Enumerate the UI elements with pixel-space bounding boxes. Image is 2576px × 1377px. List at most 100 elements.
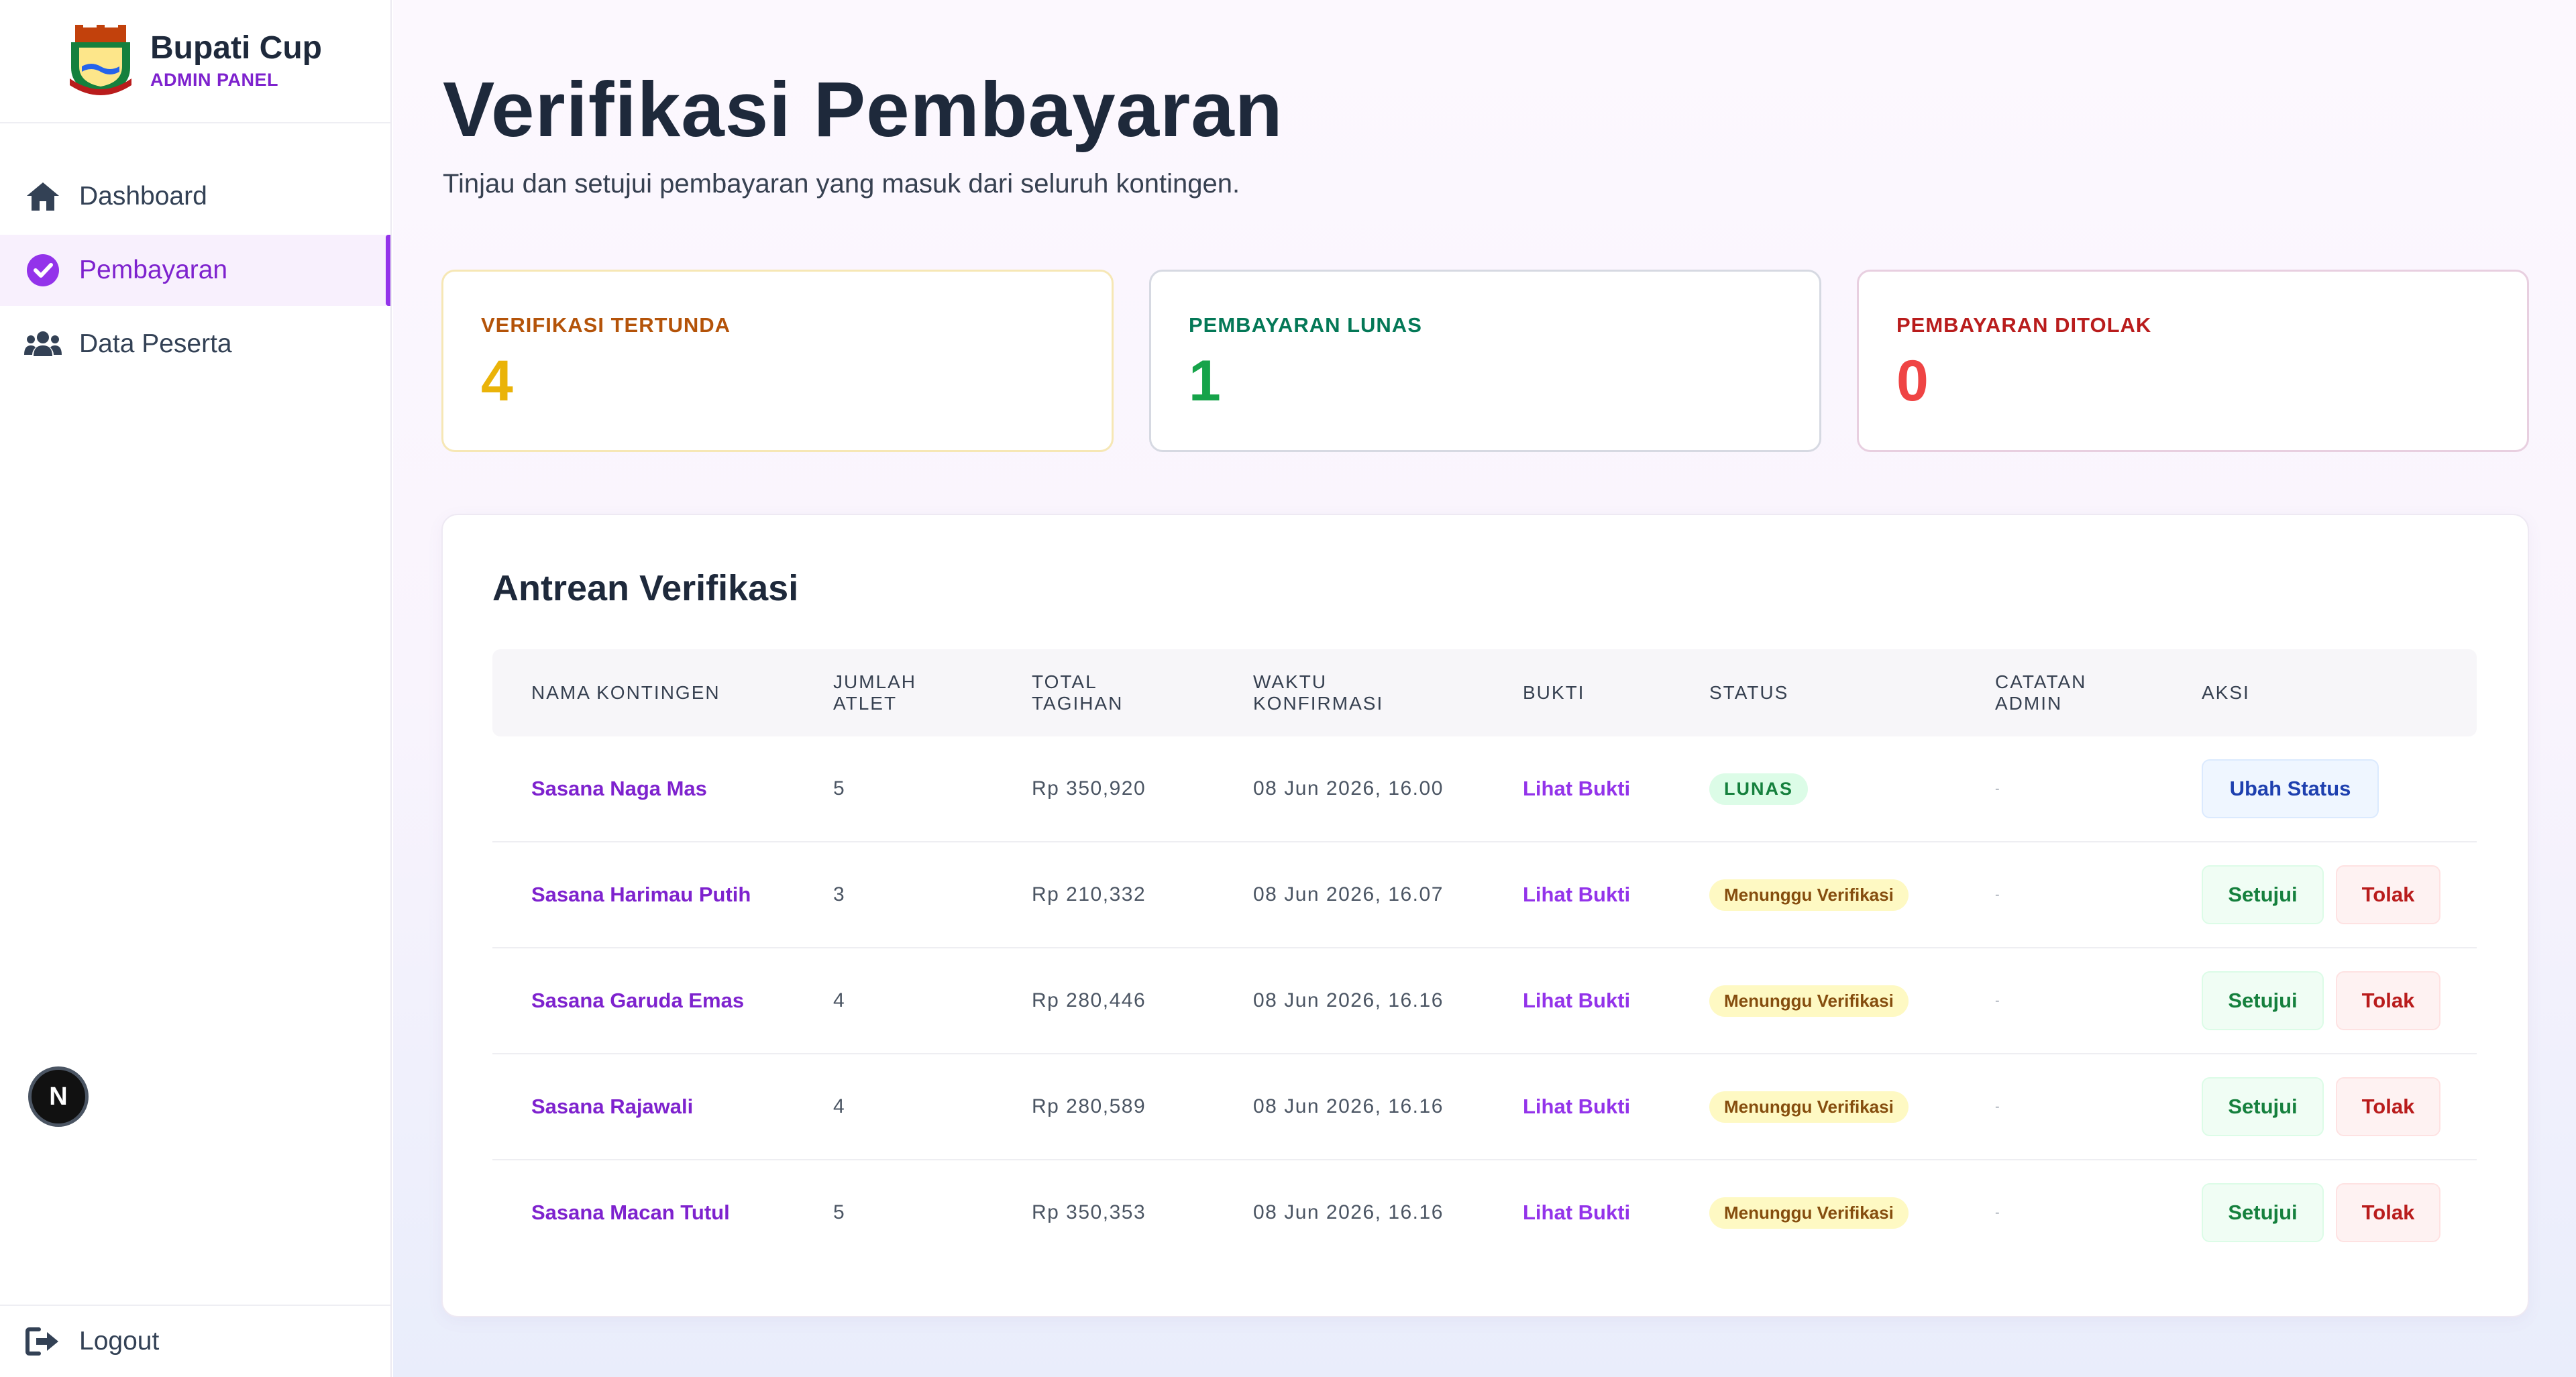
col-header-line: TOTAL — [1032, 671, 1097, 692]
main-content: Verifikasi Pembayaran Tinjau dan setujui… — [393, 0, 2576, 1377]
contingent-name-link[interactable]: Sasana Garuda Emas — [531, 989, 744, 1013]
check-circle-icon — [24, 252, 62, 289]
athlete-count: 5 — [833, 777, 846, 800]
sidebar-item-pembayaran[interactable]: Pembayaran — [0, 235, 390, 306]
reject-button[interactable]: Tolak — [2336, 971, 2440, 1030]
contingent-name-link[interactable]: Sasana Macan Tutul — [531, 1201, 730, 1225]
view-proof-link[interactable]: Lihat Bukti — [1523, 1095, 1630, 1119]
col-header-proof: BUKTI — [1523, 681, 1585, 703]
approve-button[interactable]: Setujui — [2202, 865, 2324, 924]
approve-button[interactable]: Setujui — [2202, 971, 2324, 1030]
col-header-athletes: JUMLAH ATLET — [833, 649, 916, 736]
view-proof-link[interactable]: Lihat Bukti — [1523, 777, 1630, 801]
admin-note: - — [1995, 1099, 2000, 1114]
page-title: Verifikasi Pembayaran — [443, 66, 1283, 153]
status-badge: Menunggu Verifikasi — [1709, 985, 1909, 1017]
approve-button[interactable]: Setujui — [2202, 1077, 2324, 1136]
view-proof-link[interactable]: Lihat Bukti — [1523, 1201, 1630, 1225]
bupati-crest-logo — [70, 25, 131, 95]
contingent-name-link[interactable]: Sasana Harimau Putih — [531, 883, 751, 907]
reject-button[interactable]: Tolak — [2336, 865, 2440, 924]
logout-icon — [24, 1323, 62, 1360]
stat-card-rejected: PEMBAYARAN DITOLAK 0 — [1857, 270, 2529, 452]
reject-button[interactable]: Tolak — [2336, 1077, 2440, 1136]
view-proof-link[interactable]: Lihat Bukti — [1523, 989, 1630, 1013]
confirmation-time: 08 Jun 2026, 16.00 — [1253, 777, 1444, 800]
page-subtitle: Tinjau dan setujui pembayaran yang masuk… — [443, 169, 1240, 199]
table-row: Sasana Garuda Emas 4 Rp 280,446 08 Jun 2… — [492, 948, 2477, 1054]
stat-value: 4 — [481, 349, 513, 413]
brand-subtitle: ADMIN PANEL — [150, 69, 278, 90]
confirmation-time: 08 Jun 2026, 16.07 — [1253, 883, 1444, 905]
col-header-name: NAMA KONTINGEN — [531, 681, 720, 703]
status-badge: Menunggu Verifikasi — [1709, 879, 1909, 911]
sidebar-item-data-peserta[interactable]: Data Peserta — [0, 309, 390, 380]
brand-title: Bupati Cup — [150, 30, 322, 66]
athlete-count: 4 — [833, 1095, 846, 1117]
col-header-line: TAGIHAN — [1032, 693, 1124, 714]
stat-card-pending: VERIFIKASI TERTUNDA 4 — [441, 270, 1114, 452]
status-badge: LUNAS — [1709, 773, 1808, 805]
stat-card-paid: PEMBAYARAN LUNAS 1 — [1149, 270, 1821, 452]
total-bill: Rp 350,920 — [1032, 777, 1146, 800]
reject-button[interactable]: Tolak — [2336, 1183, 2440, 1242]
confirmation-time: 08 Jun 2026, 16.16 — [1253, 1095, 1444, 1117]
logout-button[interactable]: Logout — [0, 1305, 390, 1377]
sidebar-item-dashboard[interactable]: Dashboard — [0, 161, 390, 232]
col-header-line: ATLET — [833, 693, 898, 714]
col-header-status: STATUS — [1709, 681, 1789, 703]
dev-indicator-button[interactable]: N — [28, 1066, 89, 1127]
col-header-action: AKSI — [2202, 681, 2250, 703]
table-row: Sasana Macan Tutul 5 Rp 350,353 08 Jun 2… — [492, 1160, 2477, 1266]
confirmation-time: 08 Jun 2026, 16.16 — [1253, 989, 1444, 1011]
admin-note: - — [1995, 781, 2000, 796]
stat-label: PEMBAYARAN LUNAS — [1189, 313, 1422, 337]
admin-note: - — [1995, 993, 2000, 1008]
athlete-count: 3 — [833, 883, 846, 905]
sidebar-nav: Dashboard Pembayaran Data Peserta — [0, 161, 390, 382]
logout-label: Logout — [79, 1327, 160, 1356]
status-badge: Menunggu Verifikasi — [1709, 1197, 1909, 1229]
sidebar: Bupati Cup ADMIN PANEL Dashboard Pembaya… — [0, 0, 392, 1377]
verification-table: NAMA KONTINGEN JUMLAH ATLET TOTAL TAGIHAN … — [492, 649, 2477, 1266]
total-bill: Rp 210,332 — [1032, 883, 1146, 905]
users-icon — [24, 325, 62, 363]
table-row: Sasana Harimau Putih 3 Rp 210,332 08 Jun… — [492, 842, 2477, 948]
stat-value: 0 — [1896, 349, 1929, 413]
status-badge: Menunggu Verifikasi — [1709, 1091, 1909, 1123]
sidebar-item-label: Data Peserta — [79, 329, 232, 358]
athlete-count: 4 — [833, 989, 846, 1011]
verification-queue-card: Antrean Verifikasi NAMA KONTINGEN JUMLAH… — [441, 514, 2529, 1317]
col-header-line: WAKTU — [1253, 671, 1328, 692]
col-header-line: ADMIN — [1995, 693, 2063, 714]
total-bill: Rp 280,589 — [1032, 1095, 1146, 1117]
approve-button[interactable]: Setujui — [2202, 1183, 2324, 1242]
col-header-line: KONFIRMASI — [1253, 693, 1384, 714]
contingent-name-link[interactable]: Sasana Rajawali — [531, 1095, 693, 1119]
admin-note: - — [1995, 887, 2000, 902]
sidebar-item-label: Dashboard — [79, 182, 207, 211]
col-header-line: JUMLAH — [833, 671, 917, 692]
brand[interactable]: Bupati Cup ADMIN PANEL — [0, 0, 390, 123]
table-row: Sasana Rajawali 4 Rp 280,589 08 Jun 2026… — [492, 1054, 2477, 1160]
change-status-button[interactable]: Ubah Status — [2202, 759, 2379, 818]
stat-value: 1 — [1189, 349, 1221, 413]
table-row: Sasana Naga Mas 5 Rp 350,920 08 Jun 2026… — [492, 736, 2477, 842]
stat-label: VERIFIKASI TERTUNDA — [481, 313, 731, 337]
stat-label: PEMBAYARAN DITOLAK — [1896, 313, 2152, 337]
sidebar-item-label: Pembayaran — [79, 256, 228, 284]
total-bill: Rp 280,446 — [1032, 989, 1146, 1011]
queue-title: Antrean Verifikasi — [492, 568, 799, 608]
confirmation-time: 08 Jun 2026, 16.16 — [1253, 1201, 1444, 1223]
table-header: NAMA KONTINGEN JUMLAH ATLET TOTAL TAGIHAN … — [492, 649, 2477, 736]
view-proof-link[interactable]: Lihat Bukti — [1523, 883, 1630, 907]
contingent-name-link[interactable]: Sasana Naga Mas — [531, 777, 707, 801]
col-header-total: TOTAL TAGIHAN — [1032, 649, 1123, 736]
col-header-line: CATATAN — [1995, 671, 2087, 692]
total-bill: Rp 350,353 — [1032, 1201, 1146, 1223]
athlete-count: 5 — [833, 1201, 846, 1223]
admin-note: - — [1995, 1205, 2000, 1220]
col-header-note: CATATAN ADMIN — [1995, 649, 2086, 736]
col-header-time: WAKTU KONFIRMASI — [1253, 649, 1383, 736]
home-icon — [24, 178, 62, 215]
